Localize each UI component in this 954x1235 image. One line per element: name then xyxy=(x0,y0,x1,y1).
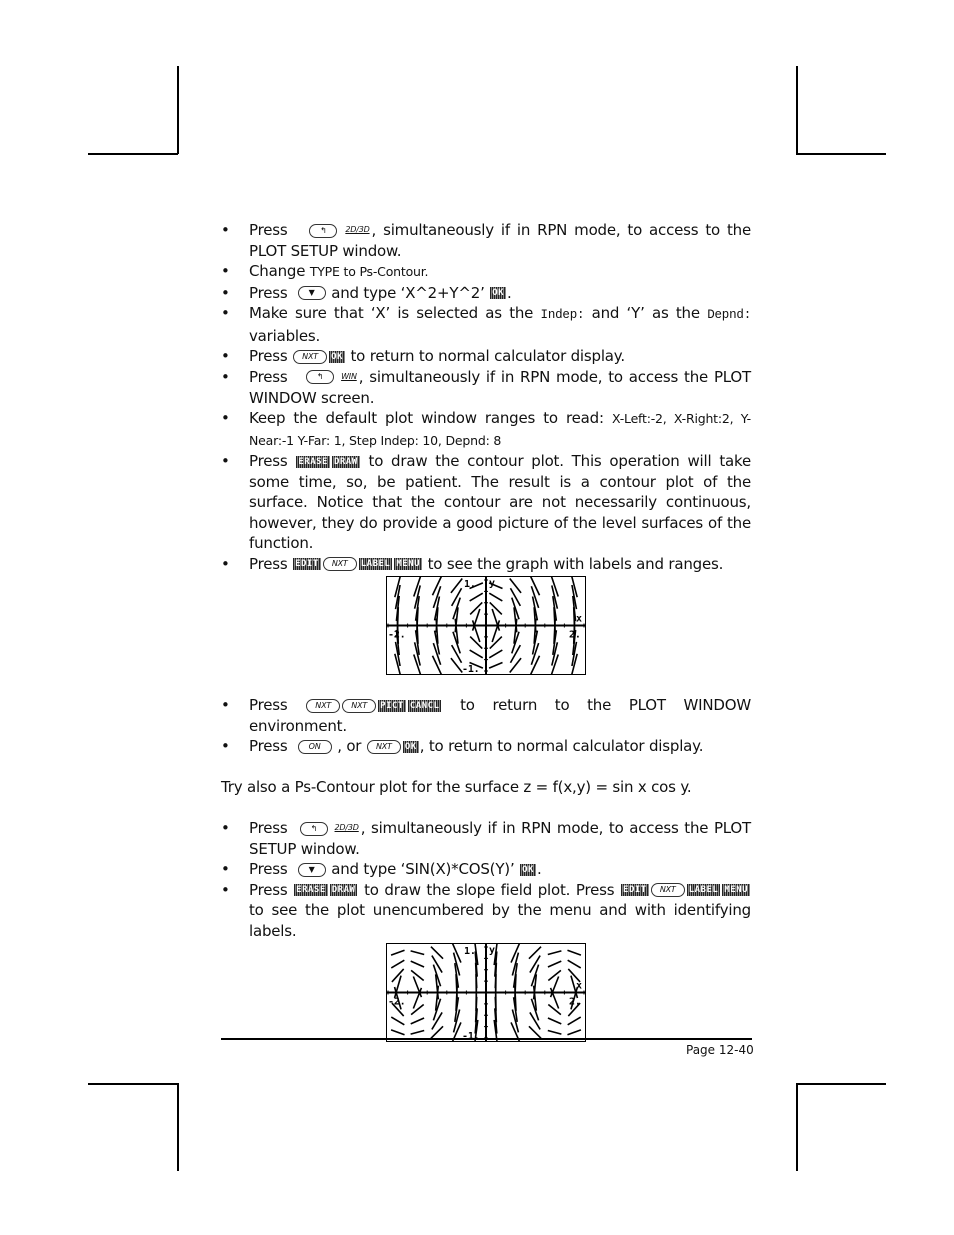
x-min-label: -2. xyxy=(388,997,405,1008)
list-item: • Make sure that ‘X’ is selected as the … xyxy=(221,304,751,345)
win-key-label: WIN xyxy=(341,372,357,381)
contour-plot-x2-y2: 1. -1. -2. 2. x y xyxy=(386,576,586,675)
bullet: • xyxy=(221,737,230,755)
x-min-label: -2. xyxy=(388,630,405,641)
contour-plot-sinx-cosy: 1. -1. -2. 2. x y xyxy=(386,943,586,1043)
list-item: • Press ↰ 2D/3D, simultaneously if in RP… xyxy=(221,819,751,858)
draw-softkey: DRAW xyxy=(331,455,360,468)
list-item: • Press NXT NXT PICT CANCL to return to the… xyxy=(221,696,751,735)
draw-softkey: DRAW xyxy=(329,884,358,897)
list-item: • Press ▼ and type ‘SIN(X)*COS(Y)’ OK. xyxy=(221,860,542,879)
crop-mark xyxy=(177,1083,179,1171)
ok-softkey: OK xyxy=(402,740,419,753)
x-max-label: 2. xyxy=(569,997,581,1008)
edit-softkey: EDIT xyxy=(621,884,649,897)
down-arrow-key-icon: ▼ xyxy=(297,286,326,301)
x-axis-name: x xyxy=(576,981,582,992)
ok-softkey: OK xyxy=(490,287,507,300)
2d3d-key-label: 2D/3D xyxy=(334,823,359,833)
bullet: • xyxy=(221,347,230,366)
y-min-label: -1. xyxy=(462,664,479,675)
paragraph: Try also a Ps-Contour plot for the surfa… xyxy=(221,778,692,796)
2d3d-key-label: 2D/3D xyxy=(345,225,370,235)
list-item: • Press EDIT NXT LABEL MENU to see the grap… xyxy=(221,554,724,573)
bullet: • xyxy=(221,262,230,281)
list-item: • Press ↰ WIN, simultaneously if in RPN … xyxy=(221,367,751,407)
bullet: • xyxy=(221,409,230,427)
crop-mark xyxy=(177,66,179,154)
bullet: • xyxy=(221,696,230,714)
bullet: • xyxy=(221,304,230,323)
ok-softkey: OK xyxy=(520,863,536,876)
nxt-key-icon: NXT xyxy=(342,698,377,713)
left-shift-key-icon: ↰ xyxy=(309,223,338,238)
label-softkey: LABEL xyxy=(686,884,721,897)
crop-mark xyxy=(88,153,178,155)
bullet: • xyxy=(221,221,230,239)
nxt-key-icon: NXT xyxy=(366,739,401,754)
left-shift-key-icon: ↰ xyxy=(299,821,328,836)
on-key-icon: ON xyxy=(297,739,332,754)
y-max-label: 1. xyxy=(464,946,476,957)
label-softkey: LABEL xyxy=(358,558,393,570)
x-max-label: 2. xyxy=(569,630,581,641)
crop-mark xyxy=(796,153,886,155)
bullet: • xyxy=(221,860,230,879)
bullet: • xyxy=(221,819,230,837)
nxt-key-icon: NXT xyxy=(293,349,328,364)
y-min-label: -1. xyxy=(462,1031,479,1042)
crop-mark xyxy=(796,66,798,154)
bullet: • xyxy=(221,554,230,573)
bullet: • xyxy=(221,367,230,386)
crop-mark xyxy=(796,1083,886,1085)
menu-softkey: MENU xyxy=(394,558,423,570)
list-item: • Press NXT OK to return to normal calcul… xyxy=(221,347,625,366)
list-item: • Press ↰ 2D/3D, simultaneously if in RP… xyxy=(221,221,751,260)
cancl-softkey: CANCL xyxy=(407,699,442,712)
menu-softkey: MENU xyxy=(722,884,750,897)
bullet: • xyxy=(221,880,230,899)
bullet: • xyxy=(221,452,230,470)
y-axis-name: y xyxy=(489,945,495,956)
list-item: • Press ERASE DRAW to draw the contour pl… xyxy=(221,452,751,552)
edit-softkey: EDIT xyxy=(293,558,321,570)
nxt-key-icon: NXT xyxy=(322,557,357,571)
erase-softkey: ERASE xyxy=(296,455,330,468)
erase-softkey: ERASE xyxy=(294,884,328,897)
y-axis-name: y xyxy=(489,578,495,589)
list-item: • Keep the default plot window ranges to… xyxy=(221,409,751,448)
list-item: • Press ON , or NXT OK, to return to norm… xyxy=(221,737,704,755)
x-axis-name: x xyxy=(576,614,582,625)
ok-softkey: OK xyxy=(329,350,345,363)
page-number: Page 12-40 xyxy=(686,1043,754,1057)
list-item: • Change TYPE to Ps-Contour. xyxy=(221,262,429,281)
list-item: • Press ERASE DRAW to draw the slope fiel… xyxy=(221,880,751,940)
down-arrow-key-icon: ▼ xyxy=(297,862,326,877)
page-content: • Press ↰ 2D/3D, simultaneously if in RP… xyxy=(221,220,751,1043)
y-max-label: 1. xyxy=(464,579,476,590)
footer-rule xyxy=(221,1038,752,1040)
bullet: • xyxy=(221,283,230,302)
list-item: • Press ▼ and type ‘X^2+Y^2’ OK. xyxy=(221,283,512,302)
nxt-key-icon: NXT xyxy=(650,883,685,898)
pict-softkey: PICT xyxy=(378,699,406,712)
left-shift-key-icon: ↰ xyxy=(306,370,335,385)
crop-mark xyxy=(88,1083,178,1085)
nxt-key-icon: NXT xyxy=(306,698,341,713)
crop-mark xyxy=(796,1083,798,1171)
